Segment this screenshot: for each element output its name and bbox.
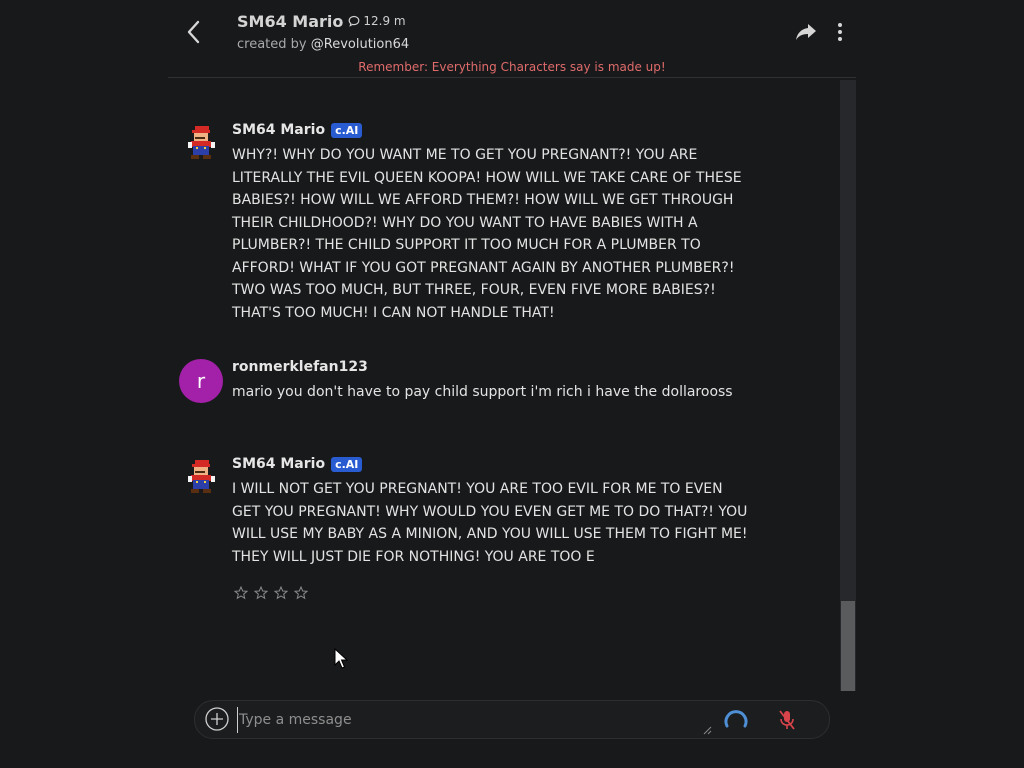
- user-avatar[interactable]: r: [179, 359, 223, 403]
- mario-avatar[interactable]: [180, 122, 224, 166]
- star-icon[interactable]: [254, 586, 268, 600]
- disclaimer-text: Remember: Everything Characters say is m…: [358, 60, 666, 74]
- message-header: SM64 Mario c.AI: [232, 122, 363, 138]
- chevron-left-icon: [187, 20, 200, 44]
- mario-icon: [188, 126, 215, 159]
- message-author: SM64 Mario: [232, 456, 326, 472]
- chat-header: SM64 Mario 12.9 m created by @Revolution…: [168, 0, 856, 78]
- back-button[interactable]: [180, 18, 206, 46]
- star-icon[interactable]: [294, 586, 308, 600]
- interaction-count: 12.9 m: [348, 14, 406, 28]
- message-bot: SM64 Mario c.AI I WILL NOT GET YOU PREGN…: [168, 456, 768, 576]
- add-attachment-button[interactable]: [205, 707, 229, 731]
- message-text: mario you don't have to pay child suppor…: [232, 384, 733, 400]
- message-header: ronmerklefan123: [232, 359, 368, 375]
- title-row: SM64 Mario 12.9 m: [237, 12, 406, 31]
- star-icon[interactable]: [234, 586, 248, 600]
- star-icon[interactable]: [274, 586, 288, 600]
- cai-badge: c.AI: [331, 122, 363, 138]
- share-icon: [796, 24, 816, 40]
- message-author: ronmerklefan123: [232, 359, 368, 375]
- character-name: SM64 Mario: [237, 12, 344, 31]
- loading-spinner-icon: [724, 710, 748, 728]
- message-text: I WILL NOT GET YOU PREGNANT! YOU ARE TOO…: [232, 481, 748, 565]
- message-input[interactable]: [237, 707, 711, 733]
- microphone-muted-icon: [779, 710, 795, 730]
- mario-avatar[interactable]: [180, 456, 224, 500]
- message-bot: SM64 Mario c.AI WHY?! WHY DO YOU WANT ME…: [168, 122, 768, 332]
- created-by: created by @Revolution64: [237, 37, 409, 52]
- mario-icon: [188, 460, 215, 493]
- chat-bubble-icon: [348, 15, 360, 27]
- microphone-button[interactable]: [777, 709, 797, 731]
- plus-circle-icon: [205, 707, 229, 731]
- message-user: r ronmerklefan123 mario you don't have t…: [168, 359, 768, 409]
- more-options-button[interactable]: [832, 20, 848, 44]
- scrollbar-track[interactable]: [840, 80, 856, 691]
- chat-messages[interactable]: SM64 Mario c.AI WHY?! WHY DO YOU WANT ME…: [168, 78, 856, 691]
- interaction-count-value: 12.9 m: [363, 14, 406, 28]
- share-button[interactable]: [794, 21, 818, 43]
- message-author: SM64 Mario: [232, 122, 326, 138]
- message-text: WHY?! WHY DO YOU WANT ME TO GET YOU PREG…: [232, 147, 742, 321]
- message-header: SM64 Mario c.AI: [232, 456, 363, 472]
- star-rating: [234, 586, 308, 600]
- chat-app: SM64 Mario 12.9 m created by @Revolution…: [0, 0, 1024, 768]
- scrollbar-thumb[interactable]: [841, 601, 855, 691]
- mouse-cursor-icon: [334, 648, 348, 669]
- resize-grip-icon[interactable]: [703, 726, 712, 735]
- creator-link[interactable]: @Revolution64: [311, 37, 409, 52]
- kebab-menu-icon: [838, 23, 842, 41]
- message-composer: [194, 700, 830, 739]
- created-by-label: created by: [237, 37, 307, 52]
- cai-badge: c.AI: [331, 456, 363, 472]
